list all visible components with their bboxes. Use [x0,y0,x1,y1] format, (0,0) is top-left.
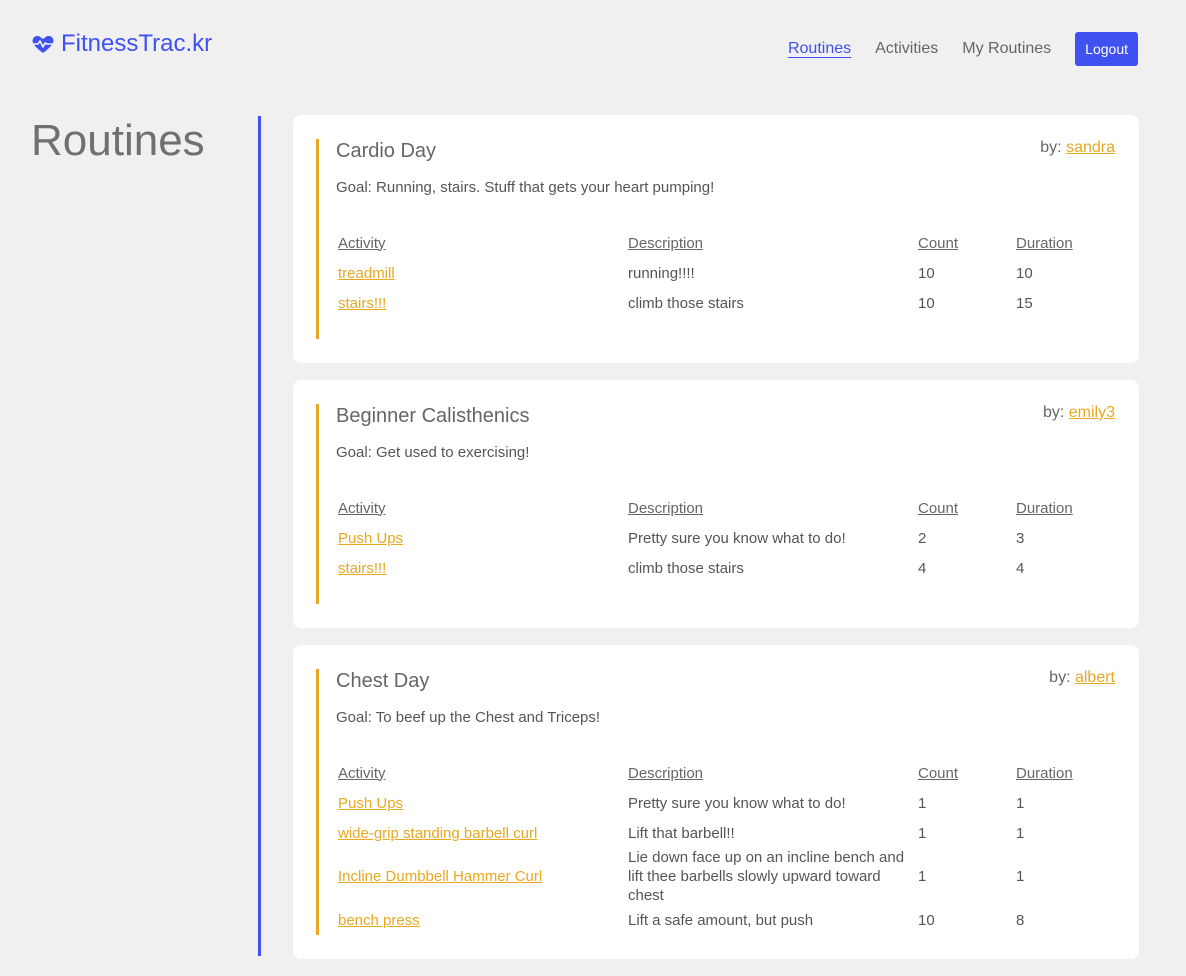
col-header-activity: Activity [338,234,386,252]
activity-table: Activity Description Count Duration trea… [336,228,1096,318]
routine-name: Chest Day [336,670,430,692]
routine-card: Beginner Calisthenics by: emily3 Goal: G… [293,380,1139,628]
routine-card: Cardio Day by: sandra Goal: Running, sta… [293,115,1139,363]
nav-link-activities[interactable]: Activities [875,32,938,66]
activity-row: treadmill running!!!! 10 10 [336,258,1096,288]
creator-link[interactable]: albert [1075,669,1115,686]
col-header-count: Count [918,764,959,782]
activity-link[interactable]: stairs!!! [338,295,386,312]
activity-description: Pretty sure you know what to do! [628,794,846,812]
activity-link[interactable]: Push Ups [338,795,403,812]
routine-name: Beginner Calisthenics [336,405,530,427]
activity-count: 10 [918,294,935,312]
activity-duration: 1 [1016,824,1025,842]
brand-name: FitnessTrac.kr [61,30,213,57]
activity-count: 1 [918,824,927,842]
routine-creator: by: emily3 [1043,404,1115,422]
creator-link[interactable]: sandra [1066,139,1115,156]
routine-goal: Goal: Running, stairs. Stuff that gets y… [336,179,715,196]
activity-table-header: Activity Description Count Duration [336,493,1096,523]
activity-row: Push Ups Pretty sure you know what to do… [336,523,1096,553]
activity-row: stairs!!! climb those stairs 4 4 [336,553,1096,583]
activity-count: 1 [918,794,927,812]
col-header-count: Count [918,234,959,252]
col-header-description: Description [628,234,704,252]
activity-table: Activity Description Count Duration Push… [336,758,1096,935]
activity-link[interactable]: stairs!!! [338,560,386,577]
routine-list: Cardio Day by: sandra Goal: Running, sta… [293,115,1139,976]
activity-description: running!!!! [628,264,695,282]
routine-goal: Goal: To beef up the Chest and Triceps! [336,709,601,726]
activity-duration: 8 [1016,911,1025,929]
activity-count: 10 [918,911,935,929]
activity-row: wide-grip standing barbell curl Lift tha… [336,818,1096,848]
logout-button[interactable]: Logout [1075,32,1138,66]
activity-row: Push Ups Pretty sure you know what to do… [336,788,1096,818]
activity-description: Lift that barbell!! [628,824,735,842]
col-header-duration: Duration [1016,234,1073,252]
activity-link[interactable]: treadmill [338,265,395,282]
activity-duration: 1 [1016,794,1025,812]
col-header-activity: Activity [338,499,386,517]
creator-link[interactable]: emily3 [1069,404,1115,421]
activity-link[interactable]: wide-grip standing barbell curl [338,825,537,842]
activity-count: 4 [918,559,927,577]
page-title: Routines [31,116,205,165]
routine-creator: by: sandra [1040,139,1115,157]
activity-description: climb those stairs [628,294,744,312]
activity-link[interactable]: bench press [338,912,420,929]
by-label: by: [1049,669,1071,686]
activity-count: 1 [918,868,927,885]
activity-table-header: Activity Description Count Duration [336,228,1096,258]
heartbeat-icon [32,36,54,53]
routine-card-body: Beginner Calisthenics by: emily3 Goal: G… [316,404,1115,604]
activity-count: 10 [918,264,935,282]
activity-row: stairs!!! climb those stairs 10 15 [336,288,1096,318]
routine-name: Cardio Day [336,140,437,162]
activity-duration: 3 [1016,529,1025,547]
activity-row: Incline Dumbbell Hammer Curl Lie down fa… [336,848,1096,905]
activity-link[interactable]: Incline Dumbbell Hammer Curl [338,868,542,885]
activity-duration: 15 [1016,294,1033,312]
col-header-description: Description [628,764,704,782]
by-label: by: [1042,404,1065,421]
section-divider [258,116,261,956]
activity-table: Activity Description Count Duration Push… [336,493,1096,583]
activity-row: bench press Lift a safe amount, but push… [336,905,1096,935]
nav-link-my-routines[interactable]: My Routines [962,32,1051,66]
activity-description: climb those stairs [628,559,744,577]
activity-link[interactable]: Push Ups [338,530,403,547]
activity-description: Pretty sure you know what to do! [628,529,846,547]
col-header-count: Count [918,499,959,517]
activity-description: Lift a safe amount, but push [628,911,814,929]
activity-description: Lie down face up on an incline bench and… [628,849,905,904]
col-header-activity: Activity [338,764,386,782]
col-header-description: Description [628,499,704,517]
brand-logo[interactable]: FitnessTrac.kr [31,30,212,58]
col-header-duration: Duration [1016,764,1073,782]
routine-card-body: Cardio Day by: sandra Goal: Running, sta… [316,139,1115,339]
nav-link-routines[interactable]: Routines [788,32,851,66]
activity-duration: 4 [1016,559,1025,577]
by-label: by: [1040,139,1062,156]
main-nav: Routines Activities My Routines Logout [788,32,1138,66]
routine-creator: by: albert [1049,669,1115,687]
activity-duration: 1 [1016,868,1025,885]
activity-table-header: Activity Description Count Duration [336,758,1096,788]
activity-duration: 10 [1016,264,1033,282]
routine-card-body: Chest Day by: albert Goal: To beef up th… [316,669,1115,935]
top-header: FitnessTrac.kr Routines Activities My Ro… [0,0,1186,100]
routine-goal: Goal: Get used to exercising! [336,444,530,461]
col-header-duration: Duration [1016,499,1073,517]
routine-card: Chest Day by: albert Goal: To beef up th… [293,645,1139,959]
activity-count: 2 [918,529,927,547]
